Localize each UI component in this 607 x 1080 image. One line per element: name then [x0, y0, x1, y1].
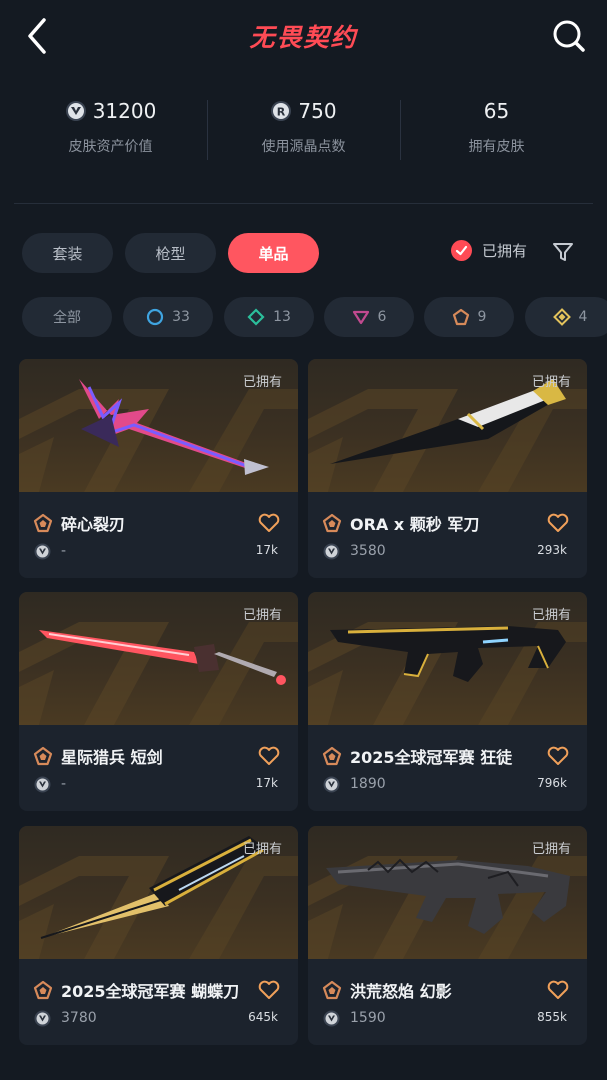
- app-header: 无畏契约: [0, 0, 607, 72]
- vp-coin-icon: [34, 543, 51, 560]
- exclusive-tier-icon: [33, 980, 53, 1000]
- skin-card[interactable]: 已拥有 ORA x 颗秒 军刀 3580 293k: [308, 359, 587, 578]
- heart-icon[interactable]: [258, 980, 280, 1000]
- tab-bundle[interactable]: 套装: [22, 233, 113, 273]
- skin-price: -: [61, 776, 67, 792]
- rarity-filter-chips: 全部 33 13 6 9 4: [22, 297, 607, 337]
- deluxe-tier-icon: [247, 308, 265, 326]
- heart-icon[interactable]: [547, 746, 569, 766]
- chip-ultra-tier[interactable]: 4: [525, 297, 607, 337]
- stat-asset-value: 31200 皮肤资产价值: [14, 96, 207, 162]
- owned-tag: 已拥有: [242, 842, 282, 857]
- skin-card[interactable]: 已拥有 星际猎兵 短剑 - 17k: [19, 592, 298, 811]
- premium-tier-icon: [352, 310, 369, 325]
- section-divider: [14, 203, 593, 204]
- heart-icon[interactable]: [547, 513, 569, 533]
- chip-label: 6: [377, 309, 387, 325]
- stat-owned-skins: 65 拥有皮肤: [400, 96, 593, 162]
- skin-image: 已拥有: [19, 592, 298, 725]
- stat-label: 使用源晶点数: [261, 139, 346, 155]
- like-count: 17k: [255, 776, 278, 790]
- like-count: 293k: [537, 543, 567, 557]
- skin-name: 星际猎兵 短剑: [61, 748, 163, 767]
- skin-card[interactable]: 已拥有 洪荒怒焰 幻影 1590 855k: [308, 826, 587, 1045]
- svg-text:R: R: [277, 106, 286, 119]
- category-tabs: 套装 枪型 单品: [22, 233, 319, 273]
- owned-tag: 已拥有: [242, 375, 282, 390]
- exclusive-tier-icon: [322, 746, 342, 766]
- skin-price: 1590: [350, 1010, 386, 1026]
- chip-select-tier[interactable]: 33: [123, 297, 213, 337]
- skin-image: 已拥有: [308, 826, 587, 959]
- stat-value: 750: [298, 99, 337, 123]
- ultra-tier-icon: [552, 308, 571, 326]
- skin-price: 3580: [350, 543, 386, 559]
- skin-image: 已拥有: [308, 592, 587, 725]
- exclusive-tier-icon: [322, 513, 342, 533]
- skin-card[interactable]: 已拥有 2025全球冠军赛 狂徒 1890 796k: [308, 592, 587, 811]
- skin-name: ORA x 颗秒 军刀: [350, 515, 480, 534]
- skin-price: 3780: [61, 1010, 97, 1026]
- skin-image: 已拥有: [19, 359, 298, 492]
- owned-filter-label: 已拥有: [482, 242, 528, 260]
- chip-exclusive-tier[interactable]: 9: [424, 297, 514, 337]
- vp-coin-icon: [34, 1010, 51, 1027]
- like-count: 855k: [537, 1010, 567, 1024]
- chip-label: 4: [578, 309, 588, 325]
- exclusive-tier-icon: [322, 980, 342, 1000]
- chip-all[interactable]: 全部: [22, 297, 112, 337]
- skin-image: 已拥有: [308, 359, 587, 492]
- stat-radianite: R 750 使用源晶点数: [207, 96, 400, 162]
- filter-icon[interactable]: [552, 241, 574, 263]
- exclusive-tier-icon: [33, 513, 53, 533]
- owned-tag: 已拥有: [531, 375, 571, 390]
- vp-coin-icon: [323, 543, 340, 560]
- page-title: 无畏契约: [249, 23, 358, 52]
- chip-label: 9: [477, 309, 487, 325]
- chip-deluxe-tier[interactable]: 13: [224, 297, 314, 337]
- chip-premium-tier[interactable]: 6: [324, 297, 414, 337]
- vp-coin-icon: [34, 776, 51, 793]
- owned-filter-toggle[interactable]: 已拥有: [451, 240, 527, 261]
- heart-icon[interactable]: [258, 746, 280, 766]
- heart-icon[interactable]: [258, 513, 280, 533]
- like-count: 17k: [255, 543, 278, 557]
- tab-weapon-type[interactable]: 枪型: [125, 233, 216, 273]
- skin-name: 2025全球冠军赛 狂徒: [350, 748, 513, 767]
- like-count: 796k: [537, 776, 567, 790]
- skin-card[interactable]: 已拥有 2025全球冠军赛 蝴蝶刀 3780 645k: [19, 826, 298, 1045]
- stat-label: 拥有皮肤: [468, 139, 525, 155]
- stat-value: 65: [483, 99, 510, 123]
- stat-label: 皮肤资产价值: [68, 139, 153, 155]
- vp-coin-icon: [323, 776, 340, 793]
- search-icon: [553, 20, 585, 52]
- owned-tag: 已拥有: [242, 608, 282, 623]
- skin-card[interactable]: 已拥有 碎心裂刃 - 17k: [19, 359, 298, 578]
- vp-coin-icon: [65, 101, 86, 121]
- chip-label: 33: [172, 309, 190, 325]
- skin-name: 2025全球冠军赛 蝴蝶刀: [61, 982, 240, 1001]
- chip-label: 13: [273, 309, 291, 325]
- heart-icon[interactable]: [547, 980, 569, 1000]
- skin-image: 已拥有: [19, 826, 298, 959]
- tab-single-item[interactable]: 单品: [228, 233, 319, 273]
- like-count: 645k: [248, 1010, 278, 1024]
- checkmark-icon: [451, 240, 472, 261]
- exclusive-tier-icon: [33, 746, 53, 766]
- skin-price: -: [61, 543, 67, 559]
- owned-tag: 已拥有: [531, 842, 571, 857]
- skin-price: 1890: [350, 776, 386, 792]
- stat-value: 31200: [92, 99, 157, 123]
- search-button[interactable]: [551, 18, 587, 54]
- exclusive-tier-icon: [452, 308, 469, 326]
- owned-tag: 已拥有: [531, 608, 571, 623]
- radianite-icon: R: [271, 101, 292, 121]
- skin-name: 洪荒怒焰 幻影: [350, 982, 452, 1001]
- skin-name: 碎心裂刃: [61, 515, 126, 534]
- select-tier-icon: [146, 308, 164, 326]
- stats-bar: 31200 皮肤资产价值 R 750 使用源晶点数 65 拥有皮肤: [14, 96, 593, 162]
- vp-coin-icon: [323, 1010, 340, 1027]
- chip-label: 全部: [53, 310, 81, 326]
